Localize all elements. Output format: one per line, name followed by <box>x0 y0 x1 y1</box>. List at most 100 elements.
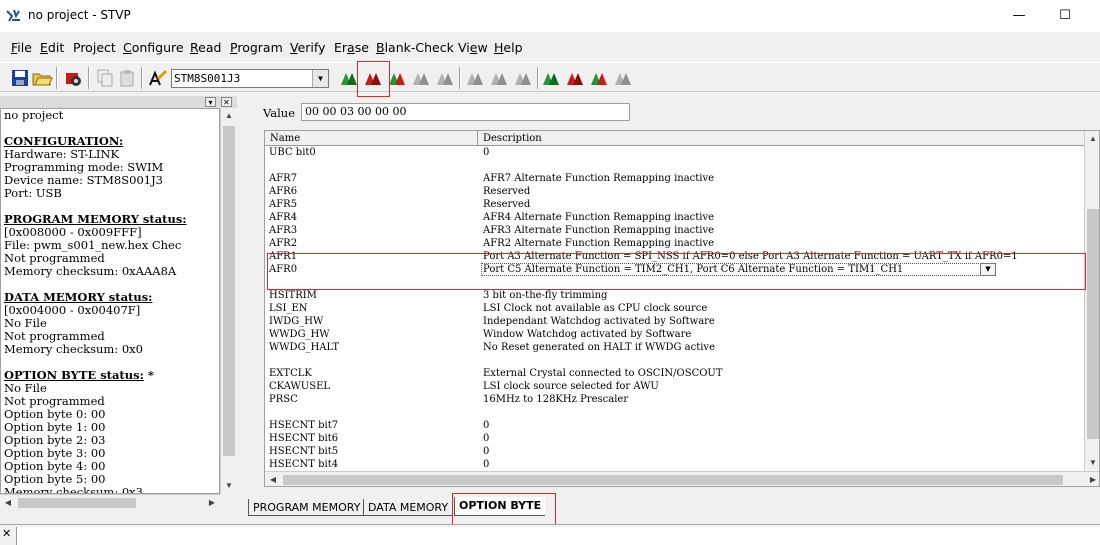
option-description: 3 bit on-the-fly trimming <box>483 290 608 301</box>
menu-project[interactable]: Project <box>73 40 116 55</box>
table-row[interactable]: AFR6 Reserved <box>265 185 1085 198</box>
verify-option-icon[interactable] <box>588 67 610 89</box>
table-row[interactable] <box>265 406 1085 419</box>
column-header-description[interactable]: Description <box>483 133 542 144</box>
table-row[interactable]: AFR7 AFR7 Alternate Function Remapping in… <box>265 172 1085 185</box>
minimize-button[interactable]: — <box>996 0 1042 32</box>
option-name: CKAWUSEL <box>269 381 331 392</box>
chip-settings-icon[interactable] <box>62 67 84 89</box>
column-header-name[interactable]: Name <box>270 133 300 144</box>
table-row[interactable]: CKAWUSEL LSI clock source selected for AW… <box>265 380 1085 393</box>
option-byte-heading: OPTION BYTE status: <box>4 368 144 382</box>
verify-current-tab-icon[interactable] <box>512 67 534 89</box>
stvp-app-icon <box>6 9 20 22</box>
table-row[interactable]: AFR3 AFR3 Alternate Function Remapping in… <box>265 224 1085 237</box>
scroll-down-icon[interactable]: ▼ <box>221 478 237 494</box>
menu-read[interactable]: Read <box>190 40 221 55</box>
scroll-left-icon[interactable]: ◀ <box>0 495 16 510</box>
scroll-thumb[interactable] <box>223 126 235 456</box>
scroll-thumb[interactable] <box>283 475 1063 485</box>
left-vertical-scrollbar[interactable]: ▲ ▼ <box>220 108 237 494</box>
save-icon[interactable] <box>9 67 31 89</box>
table-row[interactable]: HSECNT bit6 0 <box>265 432 1085 445</box>
table-row[interactable]: AFR5 Reserved <box>265 198 1085 211</box>
table-row[interactable]: HSECNT bit7 0 <box>265 419 1085 432</box>
table-row[interactable]: HSITRIM 3 bit on-the-fly trimming <box>265 289 1085 302</box>
menu-view[interactable]: View <box>458 40 488 55</box>
erase-option-icon[interactable] <box>612 67 634 89</box>
table-row[interactable]: LSI_EN LSI Clock not available as CPU clo… <box>265 302 1085 315</box>
option-name: AFR7 <box>269 173 298 184</box>
table-row[interactable]: WWDG_HW Window Watchdog activated by Soft… <box>265 328 1085 341</box>
close-icon[interactable]: ✕ <box>221 97 232 107</box>
menu-program[interactable]: Program <box>230 40 283 55</box>
value-field[interactable]: 00 00 03 00 00 00 <box>301 103 630 121</box>
menu-configure[interactable]: Configure <box>123 40 184 55</box>
table-row[interactable] <box>265 354 1085 367</box>
menu-edit[interactable]: Edit <box>40 40 64 55</box>
scroll-up-icon[interactable]: ▲ <box>1085 131 1099 147</box>
copy-icon[interactable] <box>94 67 116 89</box>
program-option-icon[interactable] <box>564 67 586 89</box>
open-folder-icon[interactable] <box>31 67 53 89</box>
menu-help[interactable]: Help <box>494 40 523 55</box>
table-row[interactable]: AFR2 AFR2 Alternate Function Remapping in… <box>265 237 1085 250</box>
table-row[interactable] <box>265 159 1085 172</box>
scroll-down-icon[interactable]: ▼ <box>1085 455 1099 471</box>
modified-marker: * <box>143 368 154 382</box>
close-icon[interactable]: ✕ <box>2 527 11 540</box>
menu-verify[interactable]: Verify <box>290 40 325 55</box>
read-option-icon[interactable] <box>540 67 562 89</box>
chevron-down-icon[interactable]: ▼ <box>312 70 328 87</box>
table-row[interactable]: AFR4 AFR4 Alternate Function Remapping in… <box>265 211 1085 224</box>
table-row[interactable]: PRSC 16MHz to 128KHz Prescaler <box>265 393 1085 406</box>
data-memory-line: Memory checksum: 0x0 <box>4 342 143 356</box>
toolbar-separator <box>141 67 143 89</box>
tab-data-memory[interactable]: DATA MEMORY <box>363 499 453 516</box>
scroll-right-icon[interactable]: ▶ <box>1085 472 1099 486</box>
left-horizontal-scrollbar[interactable]: ◀ ▶ <box>0 494 220 510</box>
grid-horizontal-scrollbar[interactable]: ◀ ▶ <box>265 471 1099 486</box>
scroll-up-icon[interactable]: ▲ <box>221 108 237 124</box>
output-window <box>16 527 1100 545</box>
table-row[interactable]: IWDG_HW Independant Watchdog activated by… <box>265 315 1085 328</box>
table-row[interactable]: EXTCLK External Crystal connected to OSCI… <box>265 367 1085 380</box>
config-line: Port: USB <box>4 186 62 200</box>
table-row[interactable]: UBC bit0 0 <box>265 146 1085 159</box>
scroll-thumb[interactable] <box>1087 209 1099 439</box>
erase-all-icon[interactable] <box>410 67 432 89</box>
paste-icon[interactable] <box>116 67 138 89</box>
project-info-text: no project CONFIGURATION: Hardware: ST-L… <box>0 108 220 494</box>
title-bar: no project - STVP — ☐ <box>0 0 1100 32</box>
tab-program-memory[interactable]: PROGRAM MEMORY <box>248 499 365 516</box>
option-description: Window Watchdog activated by Software <box>483 329 692 340</box>
maximize-button[interactable]: ☐ <box>1042 0 1088 32</box>
pane-header: ▾ ✕ <box>0 96 237 108</box>
memory-tabs: PROGRAM MEMORY DATA MEMORY OPTION BYTE <box>244 496 1100 521</box>
read-current-tab-icon[interactable] <box>464 67 486 89</box>
option-name: IWDG_HW <box>269 316 324 327</box>
grid-vertical-scrollbar[interactable]: ▲ ▼ <box>1084 131 1099 471</box>
scroll-right-icon[interactable]: ▶ <box>204 495 220 510</box>
table-row[interactable]: WWDG_HALT No Reset generated on HALT if W… <box>265 341 1085 354</box>
option-name: WWDG_HALT <box>269 342 339 353</box>
option-description: Reserved <box>483 186 531 197</box>
menu-blank-check[interactable]: Blank-Check <box>376 40 454 55</box>
table-row[interactable]: HSECNT bit5 0 <box>265 445 1085 458</box>
afr-rows-highlight <box>267 253 1086 290</box>
blank-check-all-icon[interactable] <box>434 67 456 89</box>
program-current-tab-icon[interactable] <box>488 67 510 89</box>
device-select-value: STM8S001J3 <box>174 72 241 85</box>
pane-menu-button[interactable]: ▾ <box>205 97 216 107</box>
scroll-left-icon[interactable]: ◀ <box>265 472 281 486</box>
option-description: 16MHz to 128KHz Prescaler <box>483 394 629 405</box>
option-name: HSECNT bit5 <box>269 446 339 457</box>
option-name: AFR3 <box>269 225 298 236</box>
device-select[interactable]: STM8S001J3 ▼ <box>171 69 329 88</box>
menu-erase[interactable]: Erase <box>334 40 369 55</box>
option-description: AFR7 Alternate Function Remapping inacti… <box>483 173 715 184</box>
menu-file[interactable]: File <box>11 40 32 55</box>
scroll-thumb[interactable] <box>18 498 136 508</box>
chip-select-icon[interactable] <box>147 67 169 89</box>
table-row[interactable]: HSECNT bit4 0 <box>265 458 1085 471</box>
